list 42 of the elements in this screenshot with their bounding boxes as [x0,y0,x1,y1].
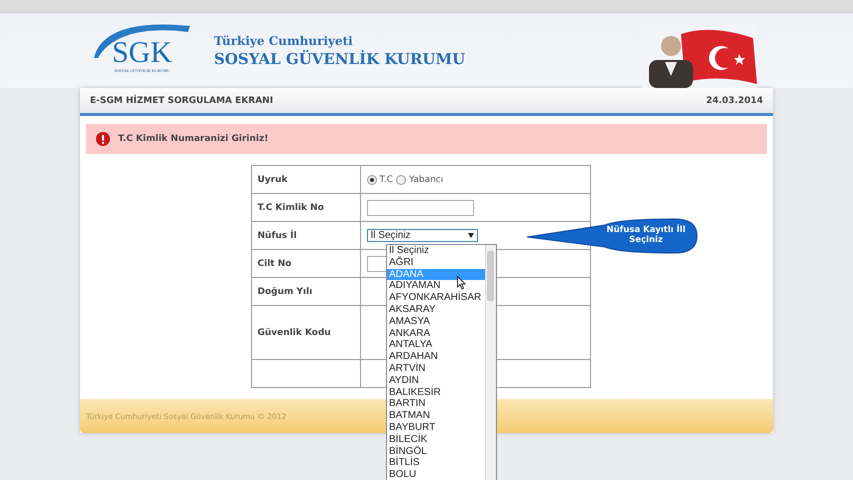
error-icon [96,132,110,146]
field-label: T.C Kimlik No [258,202,324,212]
dropdown-option[interactable]: ARTVİN [387,362,485,375]
dropdown-option[interactable]: ARDAHAN [387,351,485,363]
dropdown-arrow-icon [468,233,474,238]
radio-button[interactable] [396,174,406,184]
dropdown-option[interactable]: AMASYA [387,316,485,328]
dropdown-option[interactable]: BALIKESİR [387,386,485,398]
header-subtitle: Türkiye Cumhuriyeti [214,34,354,48]
dropdown-option[interactable]: BOLU [387,469,485,480]
dropdown-option[interactable]: BARTIN [387,398,485,410]
logo-text: SGK [112,38,172,68]
field-label: Güvenlik Kodu [258,328,331,338]
field-label: Cilt No [258,258,292,268]
field-label: Uyruk [258,174,288,184]
scrollbar[interactable] [485,245,496,480]
dropdown-option[interactable]: ANTALYA [387,339,485,352]
dropdown-option[interactable]: BATMAN [387,410,485,422]
radio-label: T.C [380,174,394,184]
callout-tooltip: Nüfusa Kayıtlı İll Seçiniz [525,217,699,255]
page-title: E-SGM HİZMET SORGULAMA EKRANI [90,96,274,106]
dropdown-option[interactable]: AKSARAY [387,304,485,316]
province-select[interactable]: İl Seçiniz [366,229,478,242]
field-label: Doğum Yılı [258,286,312,296]
dropdown-option[interactable]: ANKARA [387,328,485,340]
date-text: 24.03.2014 [706,96,763,106]
dropdown-option[interactable]: AFYONKARAHİSAR [387,292,485,304]
field-label: Nüfus İl [258,230,297,240]
header-title: SOSYAL GÜVENLİK KURUMU [214,50,466,68]
dropdown-option[interactable]: İl Seçiniz [387,245,485,257]
dropdown-option[interactable]: BİLECİK [387,434,485,446]
input-field[interactable] [366,200,474,216]
radio-button[interactable] [366,174,376,184]
dropdown-option[interactable]: BİNGÖL [387,446,485,458]
dropdown-option[interactable]: AYDIN [387,374,485,387]
dropdown-option[interactable]: AĞRI [387,256,485,269]
dropdown-option[interactable]: BİTLİS [387,457,485,470]
cursor-icon [457,276,466,290]
dropdown-option[interactable]: ADIYAMAN [387,280,485,292]
dropdown-option[interactable]: BAYBURT [387,422,485,434]
radio-label: Yabancı [409,174,444,184]
alert-message: T.C Kimlik Numaranizi Giriniz! [118,134,268,144]
